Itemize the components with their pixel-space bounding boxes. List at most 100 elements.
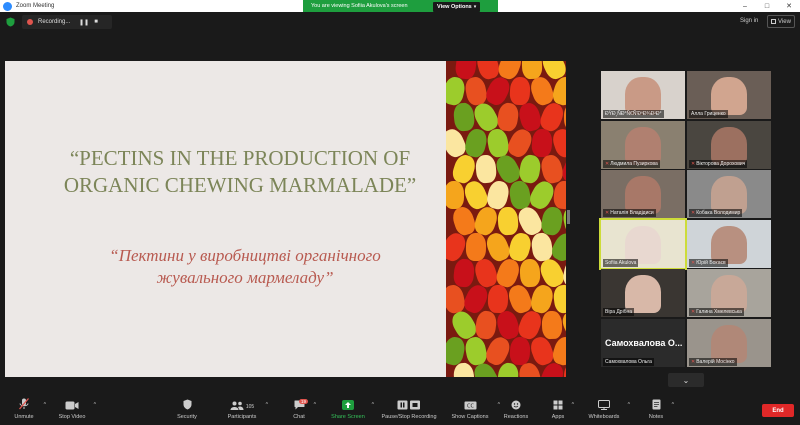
pause-stop-recording-button[interactable]: Pause/Stop Recording [378, 396, 440, 425]
participant-name: ✕ Наталія Владідиси [603, 209, 656, 217]
smiley-icon [511, 396, 521, 411]
viewing-message: You are viewing Sofiia Akulova's screen [311, 3, 408, 9]
shield-icon[interactable] [6, 17, 15, 27]
gallery-next-page-button[interactable]: ⌄ [668, 373, 704, 387]
participant-name-text: Наталія Владідиси [610, 210, 654, 216]
pause-recording-icon[interactable]: ❚❚ [78, 17, 90, 27]
unmute-button[interactable]: Unmute ^ [10, 396, 46, 425]
participant-name: ✕ Юрій Бокаєв [689, 258, 728, 267]
notes-button[interactable]: Notes ^ [646, 396, 674, 425]
microphone-muted-icon [19, 396, 29, 411]
participant-tile[interactable]: Самохвалова О... Самохвалова Ольга [601, 318, 685, 367]
security-label: Security [177, 414, 197, 420]
end-meeting-button[interactable]: End [762, 404, 794, 417]
gummy-bear-shape [508, 179, 533, 211]
whiteboards-button[interactable]: Whiteboards ^ [586, 396, 630, 425]
participant-tile[interactable]: ÐŸÐ¸ÑÐ°Ñ€Ñ'ÐºÐ¾Ð²Ð° [601, 71, 685, 119]
view-button[interactable]: View [767, 15, 795, 28]
microphone-muted-icon: ✕ [605, 210, 610, 216]
microphone-muted-icon: ✕ [605, 160, 610, 167]
microphone-muted-icon: ✕ [691, 210, 696, 216]
participant-tile[interactable]: ✕ Валерій Мосінко [687, 318, 771, 367]
window-controls: – □ ✕ [734, 0, 800, 12]
stop-recording-icon[interactable]: ■ [90, 17, 102, 27]
gummy-bear-shape [487, 284, 509, 314]
apps-label: Apps [551, 414, 565, 420]
stop-video-button[interactable]: Stop Video ^ [56, 396, 96, 425]
pause-stop-icon [397, 396, 421, 411]
participant-tile[interactable]: ✕ Наталія Владідиси [601, 170, 685, 218]
chat-button[interactable]: 19 Chat ^ [290, 396, 316, 425]
show-captions-button[interactable]: CC Show Captions ^ [448, 396, 500, 425]
window-title: Zoom Meeting [16, 3, 55, 9]
view-options-label: View Options [437, 3, 472, 10]
gummy-bear-shape [474, 154, 498, 184]
participant-tile[interactable]: Віра Дрібна [601, 269, 685, 317]
participants-count: 105 [245, 404, 255, 410]
microphone-muted-icon: ✕ [691, 358, 696, 365]
gummy-bear-shape [531, 128, 554, 158]
participant-tile[interactable]: ✕ Юрій Бокаєв [687, 219, 771, 268]
gummy-bear-shape [541, 310, 563, 340]
sign-in-link[interactable]: Sign in [740, 18, 758, 24]
pause-recording-label: Pause/Stop Recording [381, 414, 437, 420]
gummy-bear-shape [539, 205, 565, 237]
participants-button[interactable]: 105 Participants ^ [224, 396, 268, 425]
reactions-button[interactable]: Reactions [502, 396, 530, 425]
participant-name-text: Віра Дрібна [605, 309, 633, 315]
video-camera-icon [65, 396, 79, 411]
participant-tile[interactable]: Sofiia Akulova [599, 217, 687, 270]
view-label: View [778, 18, 791, 25]
participant-tile[interactable]: ✕ Кобака Володимир [687, 170, 771, 218]
participant-name: Самохвалова Ольга [603, 357, 654, 366]
view-options-button[interactable]: View Options ▾ [433, 1, 481, 12]
notes-icon [652, 396, 661, 411]
caret-up-icon[interactable]: ^ [314, 402, 316, 408]
security-button[interactable]: Security [174, 396, 200, 425]
minimize-icon[interactable]: – [734, 0, 756, 12]
caret-up-icon[interactable]: ^ [498, 402, 500, 408]
maximize-icon[interactable]: □ [756, 0, 778, 12]
caret-up-icon[interactable]: ^ [266, 402, 268, 408]
shared-screen: “PECTINS IN THE PRODUCTION OF ORGANIC CH… [5, 61, 566, 377]
chevron-down-icon: ⌄ [682, 375, 690, 385]
participant-name: ✕ Людмила Пузиркова [603, 159, 660, 168]
gummy-bear-shape [519, 258, 541, 288]
caret-up-icon[interactable]: ^ [672, 402, 674, 408]
slide-title: “PECTINS IN THE PRODUCTION OF ORGANIC CH… [63, 146, 417, 197]
gummy-bear-shape [518, 153, 543, 185]
participant-name: Алла Гриценко [689, 110, 728, 118]
gummy-bears-image [446, 61, 566, 377]
participant-tile[interactable]: ✕ Людмила Пузиркова [601, 120, 685, 169]
gummy-bear-shape [474, 309, 498, 341]
unmute-label: Unmute [14, 414, 34, 420]
gummy-bear-shape [463, 75, 489, 107]
microphone-muted-icon: ✕ [691, 259, 696, 266]
gummy-bear-shape [509, 336, 531, 366]
participant-name-text: Галина Хмелевська [696, 309, 742, 315]
caret-up-icon[interactable]: ^ [44, 402, 46, 408]
participants-icon-wrap: 105 [230, 396, 254, 411]
panel-splitter[interactable] [567, 210, 570, 224]
recording-indicator: Recording... ❚❚ ■ [22, 15, 112, 29]
caret-up-icon[interactable]: ^ [628, 402, 630, 408]
caret-up-icon[interactable]: ^ [94, 402, 96, 408]
apps-button[interactable]: Apps ^ [550, 396, 574, 425]
gummy-bear-shape [552, 180, 566, 210]
participant-tile[interactable]: ✕ Галина Хмелевська [687, 269, 771, 317]
participant-name-text: Кобака Володимир [696, 210, 741, 216]
participant-tile[interactable]: ✕ Вікторова Дорохович [687, 120, 771, 169]
caret-up-icon[interactable]: ^ [372, 402, 374, 408]
participant-tile[interactable]: Алла Гриценко [687, 71, 771, 119]
close-icon[interactable]: ✕ [778, 0, 800, 12]
gummy-bear-shape [563, 102, 566, 132]
microphone-muted-icon: ✕ [691, 160, 696, 167]
participant-name-text: Алла Гриценко [691, 111, 726, 117]
share-screen-button[interactable]: Share Screen ^ [330, 396, 374, 425]
svg-text:CC: CC [467, 404, 474, 410]
zoom-logo-icon [3, 1, 12, 11]
gummy-bear-shape [485, 127, 511, 159]
chevron-down-icon: ▾ [473, 3, 477, 10]
viewing-banner: You are viewing Sofiia Akulova's screen … [303, 0, 498, 12]
caret-up-icon[interactable]: ^ [572, 402, 574, 408]
